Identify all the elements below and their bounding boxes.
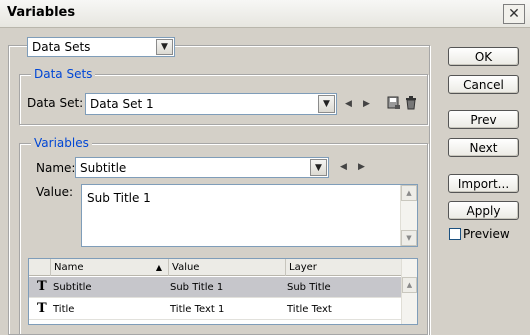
prev-data-set-icon[interactable]: ◀ — [345, 99, 352, 109]
table-scrollbar[interactable]: ▲ — [401, 259, 417, 324]
table-row[interactable]: T Title Title Text 1 Title Text — [29, 299, 401, 320]
table-header: Name ▲ Value Layer — [29, 259, 401, 276]
table-row[interactable]: T Subtitle Sub Title 1 Sub Title — [29, 277, 401, 298]
variable-name-select[interactable]: Subtitle ▼ — [75, 157, 329, 178]
save-data-set-icon[interactable] — [387, 96, 401, 110]
next-variable-icon[interactable]: ▶ — [358, 162, 365, 172]
chevron-down-icon: ▼ — [310, 159, 327, 176]
data-set-label: Data Set: — [27, 96, 84, 110]
row-layer: Sub Title — [287, 282, 331, 293]
apply-button[interactable]: Apply — [448, 201, 519, 220]
preview-checkbox[interactable] — [449, 228, 461, 240]
window-title: Variables — [7, 5, 76, 20]
data-sets-legend: Data Sets — [31, 67, 96, 81]
column-header-name[interactable]: Name ▲ — [51, 259, 169, 276]
text-layer-icon: T — [37, 301, 47, 316]
next-button[interactable]: Next — [448, 138, 519, 157]
prev-variable-icon[interactable]: ◀ — [340, 162, 347, 172]
chevron-down-icon: ▼ — [318, 95, 335, 113]
value-label: Value: — [36, 185, 73, 199]
close-button[interactable]: ✕ — [503, 4, 525, 24]
row-layer: Title Text — [287, 304, 332, 315]
name-label: Name: — [36, 161, 76, 175]
preview-label: Preview — [463, 227, 510, 241]
row-value: Sub Title 1 — [170, 282, 224, 293]
prev-button[interactable]: Prev — [448, 110, 519, 129]
row-name: Title — [53, 304, 75, 315]
scroll-down-icon[interactable]: ▼ — [401, 230, 417, 246]
import-button[interactable]: Import... — [448, 174, 519, 193]
text-layer-icon: T — [37, 279, 47, 294]
sort-ascending-icon: ▲ — [155, 263, 162, 272]
ok-button[interactable]: OK — [448, 47, 519, 66]
icon-column-header — [29, 259, 51, 276]
scroll-up-icon[interactable]: ▲ — [402, 277, 417, 293]
column-header-value[interactable]: Value — [169, 259, 286, 276]
title-bar: Variables ✕ — [0, 0, 530, 28]
delete-data-set-icon[interactable] — [405, 96, 417, 110]
variable-name-value: Subtitle — [80, 160, 127, 175]
data-set-value: Data Set 1 — [90, 97, 154, 111]
column-header-layer[interactable]: Layer — [286, 259, 401, 276]
row-name: Subtitle — [53, 282, 92, 293]
scroll-up-icon[interactable]: ▲ — [401, 185, 417, 201]
mode-select-value: Data Sets — [32, 40, 91, 54]
row-value: Title Text 1 — [170, 304, 225, 315]
value-textarea[interactable]: Sub Title 1 ▲ ▼ — [81, 184, 418, 247]
value-scrollbar[interactable]: ▲ ▼ — [400, 185, 417, 246]
data-set-select[interactable]: Data Set 1 ▼ — [85, 93, 337, 115]
close-icon: ✕ — [508, 6, 520, 22]
next-data-set-icon[interactable]: ▶ — [363, 99, 370, 109]
variables-table: Name ▲ Value Layer T Subtitle Sub Title … — [28, 258, 418, 325]
mode-select[interactable]: Data Sets ▼ — [27, 37, 175, 57]
variables-legend: Variables — [31, 136, 92, 150]
chevron-down-icon: ▼ — [156, 39, 173, 55]
value-text: Sub Title 1 — [87, 191, 151, 205]
cancel-button[interactable]: Cancel — [448, 75, 519, 94]
